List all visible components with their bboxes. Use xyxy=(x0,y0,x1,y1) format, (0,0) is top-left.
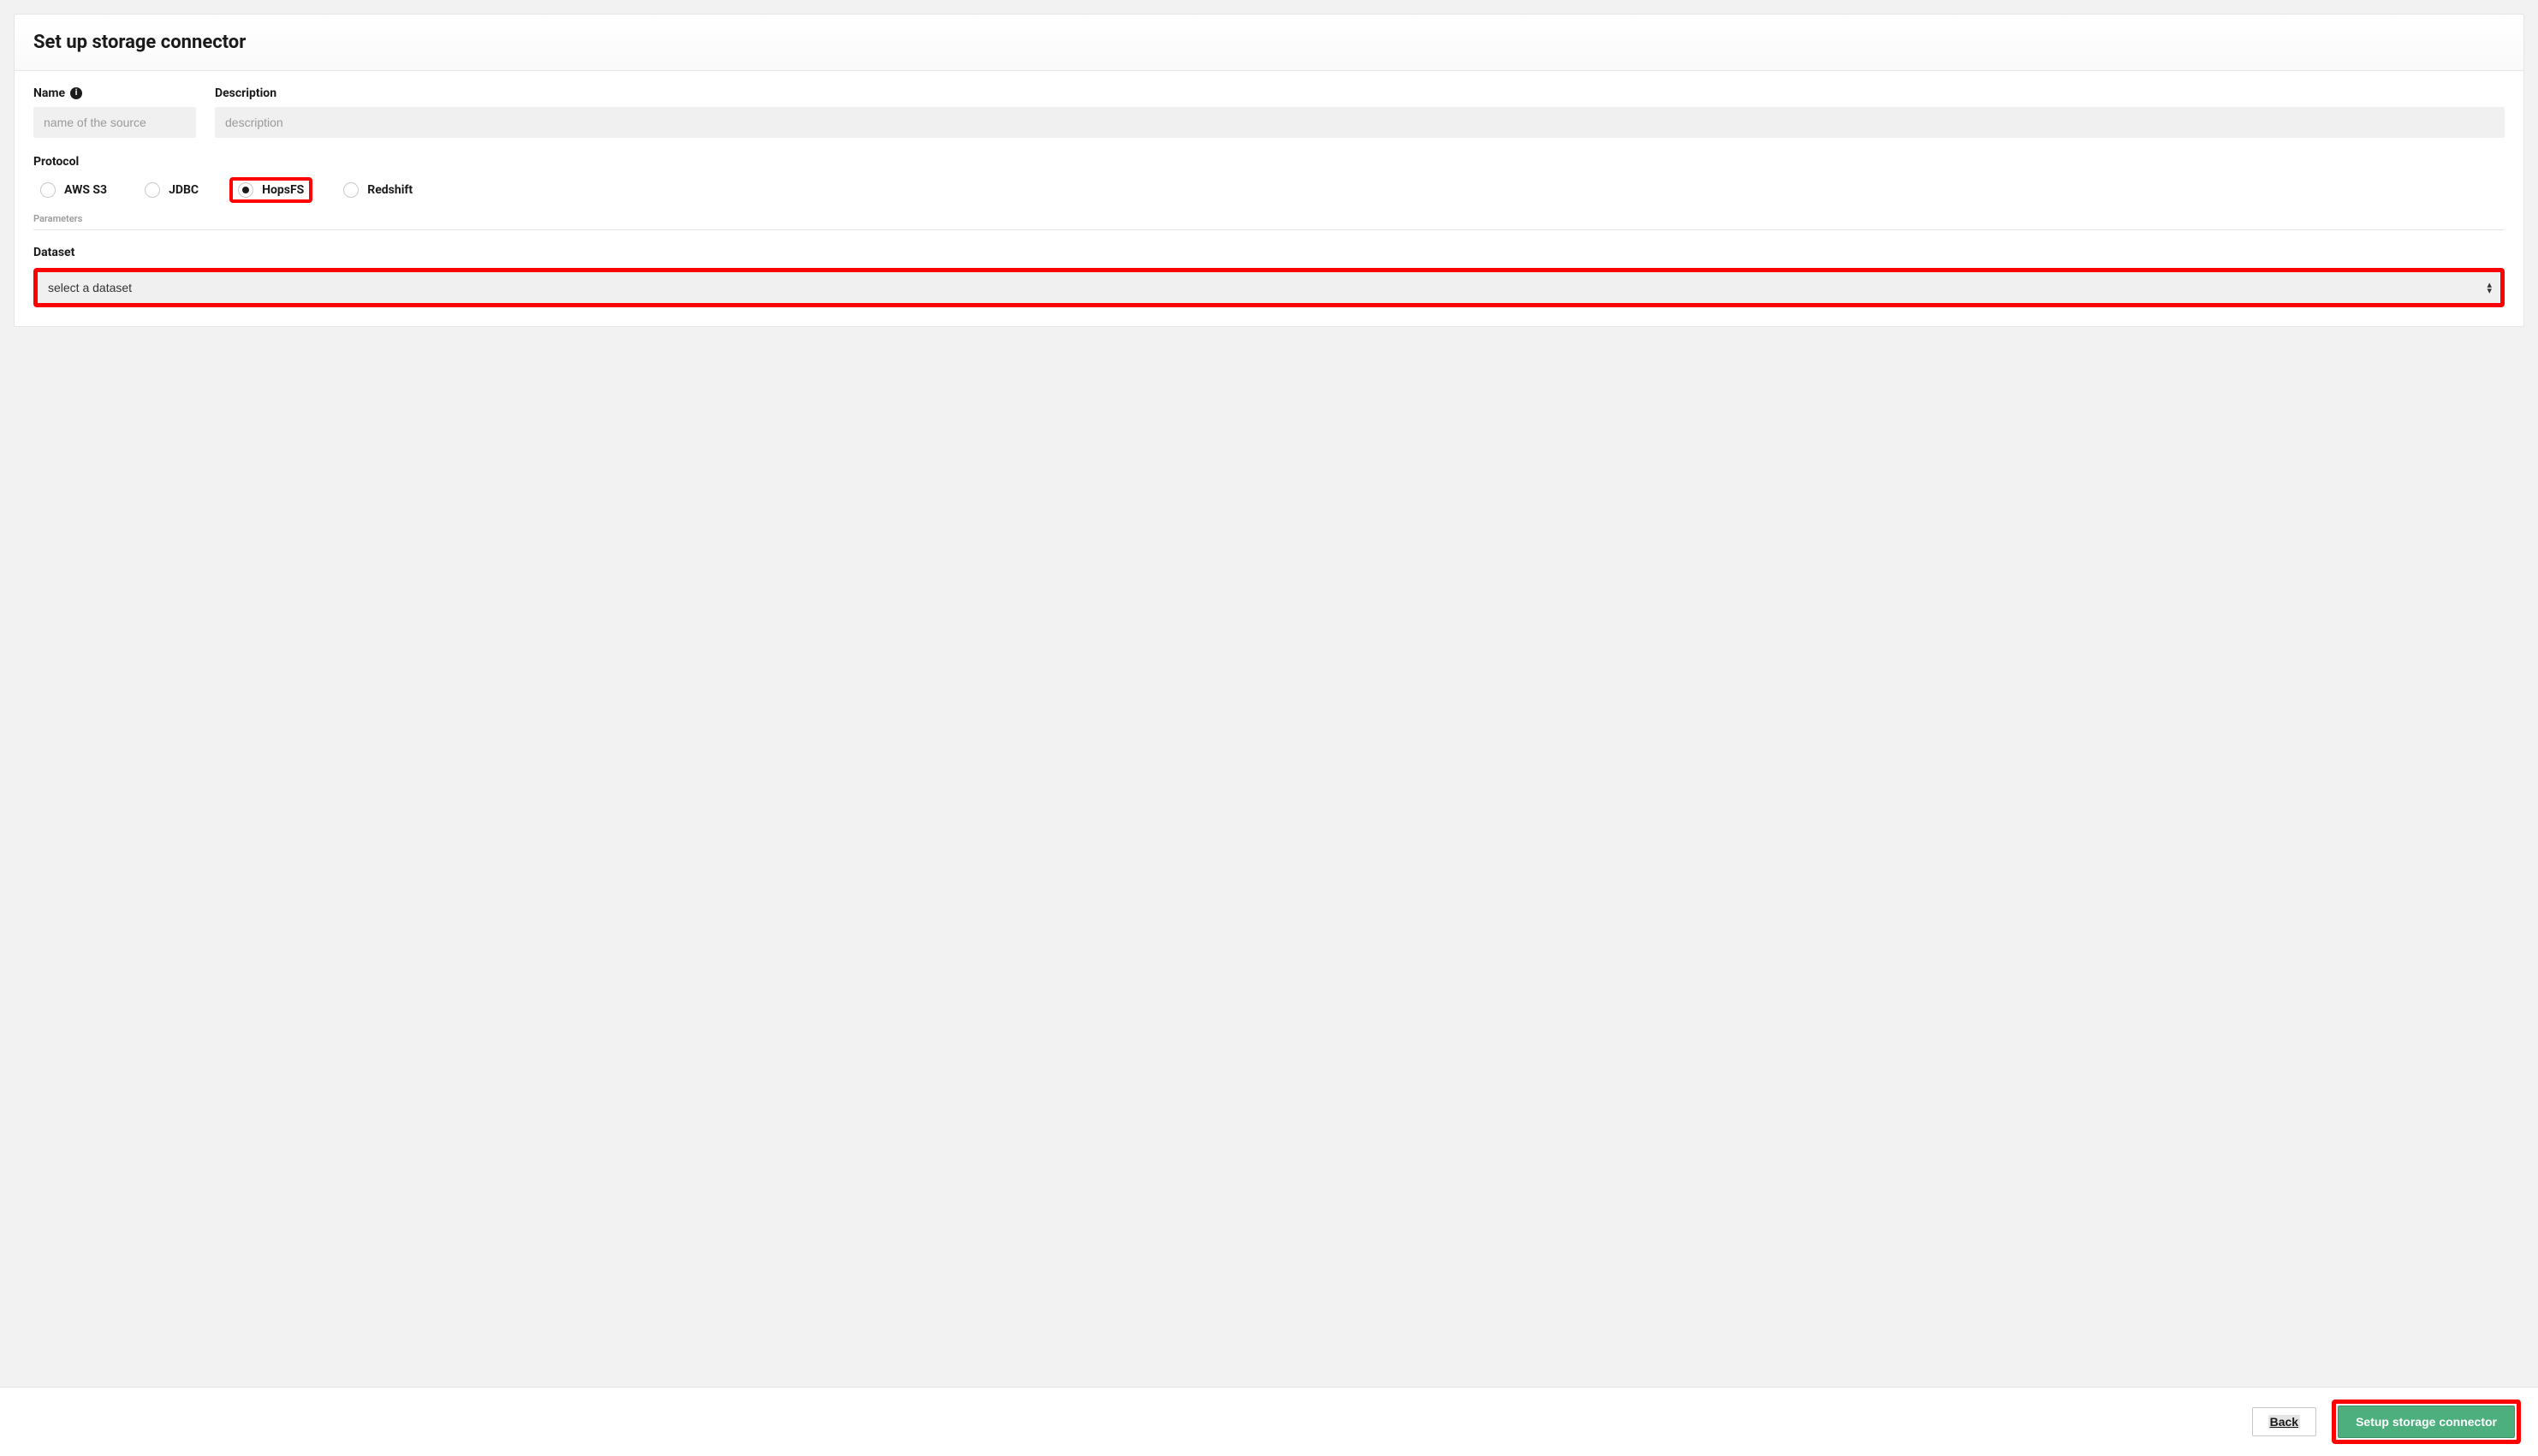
protocol-radio-group: AWS S3 JDBC HopsFS Redshift xyxy=(33,177,2505,203)
dataset-label: Dataset xyxy=(33,246,2505,259)
protocol-option-jdbc[interactable]: JDBC xyxy=(138,179,205,201)
protocol-option-hopsfs[interactable]: HopsFS xyxy=(229,177,312,203)
protocol-option-redshift[interactable]: Redshift xyxy=(336,179,419,201)
info-icon[interactable]: i xyxy=(70,87,82,99)
radio-icon xyxy=(238,182,253,198)
parameters-label: Parameters xyxy=(33,213,2505,230)
radio-label: JDBC xyxy=(169,183,199,197)
back-button-label: Back xyxy=(2268,1415,2300,1429)
radio-label: Redshift xyxy=(367,183,413,197)
back-button[interactable]: Back xyxy=(2252,1407,2316,1436)
dataset-select-button[interactable]: select a dataset xyxy=(38,272,2500,303)
page-title: Set up storage connector xyxy=(33,32,2505,53)
radio-label: AWS S3 xyxy=(64,183,107,197)
submit-highlight: Setup storage connector xyxy=(2332,1400,2521,1444)
radio-icon xyxy=(145,182,160,198)
card-body: Name i Description Protocol AWS S3 xyxy=(15,71,2523,326)
radio-icon xyxy=(343,182,359,198)
name-label: Name i xyxy=(33,86,196,100)
protocol-option-aws-s3[interactable]: AWS S3 xyxy=(33,179,114,201)
footer-bar: Back Setup storage connector xyxy=(0,1387,2538,1456)
setup-storage-connector-button[interactable]: Setup storage connector xyxy=(2338,1405,2515,1438)
description-label: Description xyxy=(215,86,2505,100)
card-header: Set up storage connector xyxy=(15,15,2523,71)
radio-label: HopsFS xyxy=(262,183,304,197)
dataset-select[interactable]: select a dataset ▴▾ xyxy=(38,272,2500,303)
radio-icon xyxy=(40,182,56,198)
dataset-highlight: select a dataset ▴▾ xyxy=(33,268,2505,307)
storage-connector-card: Set up storage connector Name i Descript… xyxy=(14,14,2524,327)
description-label-text: Description xyxy=(215,86,276,100)
name-input[interactable] xyxy=(33,107,196,138)
description-input[interactable] xyxy=(215,107,2505,138)
name-label-text: Name xyxy=(33,86,65,100)
protocol-label: Protocol xyxy=(33,155,2505,169)
